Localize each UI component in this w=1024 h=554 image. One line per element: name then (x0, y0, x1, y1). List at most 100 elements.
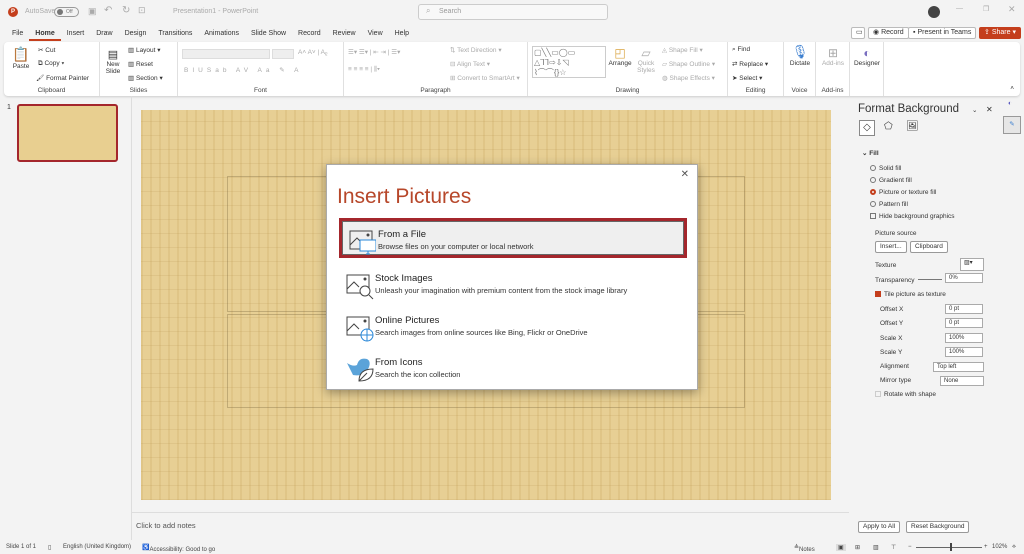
layout-button[interactable]: ▥ Layout ▾ (128, 46, 161, 54)
collapse-ribbon-button[interactable]: ˄ (1010, 85, 1014, 92)
undo-icon[interactable]: ↶ (104, 5, 112, 16)
format-background-side-icon[interactable]: ✎ (1003, 116, 1021, 134)
tab-file[interactable]: File (6, 27, 29, 41)
list-buttons[interactable]: ☰▾ ☰▾ | ⇤ ⇥ | ☰▾ (348, 48, 400, 56)
apply-to-all-button[interactable]: Apply to All (858, 521, 901, 533)
picture-tab-image-icon[interactable]: 🖼 (906, 121, 919, 132)
reset-background-button[interactable]: Reset Background (906, 521, 970, 533)
stock-images-option[interactable]: Stock Images Unleash your imagination wi… (339, 265, 687, 305)
pane-close-button[interactable]: ✕ (986, 105, 993, 114)
tab-transitions[interactable]: Transitions (152, 27, 198, 41)
addins-button[interactable]: ⊞ Add-ins (818, 46, 848, 67)
transparency-input[interactable]: 0% (945, 273, 983, 283)
shapes-gallery[interactable]: ▢╲╲▭◯▭ △⅂⅂⇨⇩◹ ⌇⌒⌒{}☆ (532, 46, 606, 78)
designer-button[interactable]: ◐ Designer (852, 46, 882, 67)
tab-slide-show[interactable]: Slide Show (245, 27, 292, 41)
fill-tab-paint-bucket-icon[interactable]: ◇ (859, 120, 875, 136)
clipboard-button[interactable]: Clipboard (910, 241, 948, 253)
fill-section-toggle[interactable]: ⌄ Fill (862, 149, 879, 157)
radio-solid-fill[interactable]: Solid fill (870, 165, 901, 172)
slideshow-button[interactable]: ⊤ (891, 544, 896, 551)
tab-design[interactable]: Design (119, 27, 153, 41)
effects-tab-pentagon-icon[interactable]: ⬠ (884, 121, 893, 132)
fit-to-window-icon[interactable]: ⟡ (1012, 544, 1016, 551)
quick-styles-button[interactable]: ▱ Quick Styles (634, 46, 658, 74)
paste-button[interactable]: 📋 Paste (10, 46, 32, 70)
new-slide-button[interactable]: ▤ New Slide (102, 48, 124, 75)
reset-button[interactable]: ▥ Reset (128, 60, 153, 68)
pane-options-button[interactable]: ⌄ (972, 106, 977, 114)
mirror-type-dropdown[interactable]: None (940, 376, 984, 386)
offset-x-input[interactable]: 0 pt (945, 304, 983, 314)
tab-draw[interactable]: Draw (90, 27, 118, 41)
font-name-dropdown[interactable] (182, 49, 270, 59)
accessibility-status[interactable]: ♿ Accessibility: Good to go (142, 544, 215, 553)
slide-thumbnail[interactable] (17, 104, 118, 162)
dictate-button[interactable]: 🎙 Dictate (786, 44, 814, 67)
radio-gradient-fill[interactable]: Gradient fill (870, 177, 912, 184)
offset-y-input[interactable]: 0 pt (945, 318, 983, 328)
zoom-in-button[interactable]: + (984, 544, 988, 550)
search-input[interactable]: Search (418, 4, 608, 20)
zoom-slider-thumb[interactable] (950, 543, 952, 551)
cut-button[interactable]: ✂ Cut (38, 46, 55, 54)
align-buttons[interactable]: ≡ ≡ ≡ ≡ | ⫼▾ (348, 66, 380, 74)
select-button[interactable]: ➤ Select ▾ (732, 74, 762, 82)
from-file-option[interactable]: From a File Browse files on your compute… (339, 218, 687, 258)
close-window-button[interactable]: ✕ (1008, 4, 1016, 15)
share-button[interactable]: ⇪ Share ▾ (979, 27, 1021, 39)
notes-button[interactable]: ≜ Notes (794, 544, 815, 553)
radio-pattern-fill[interactable]: Pattern fill (870, 201, 908, 208)
reading-view-button[interactable]: ▥ (873, 544, 879, 551)
copy-button[interactable]: ⧉ Copy ▾ (38, 60, 64, 68)
language-status[interactable]: English (United Kingdom) (63, 544, 131, 550)
scale-x-input[interactable]: 100% (945, 333, 983, 343)
minimize-button[interactable]: — (956, 5, 963, 12)
tab-help[interactable]: Help (389, 27, 415, 41)
arrange-button[interactable]: ◰ Arrange (608, 46, 632, 67)
texture-picker[interactable]: ▨▾ (960, 258, 984, 271)
tab-review[interactable]: Review (327, 27, 362, 41)
underline-button[interactable]: U (198, 67, 207, 74)
zoom-slider[interactable] (916, 547, 982, 548)
designer-side-icon[interactable]: ◐ (1008, 100, 1012, 107)
notes-input[interactable]: Click to add notes (132, 512, 849, 540)
hide-bg-graphics-checkbox[interactable]: Hide background graphics (870, 213, 955, 220)
tab-record[interactable]: Record (292, 27, 327, 41)
format-painter-button[interactable]: 🖌 Format Painter (36, 74, 89, 82)
convert-smartart-button[interactable]: ⊞ Convert to SmartArt ▾ (450, 74, 520, 82)
radio-picture-fill[interactable]: Picture or texture fill (870, 189, 936, 196)
autosave-toggle[interactable]: Off (54, 7, 79, 17)
restore-button[interactable]: ❐ (983, 5, 989, 13)
dialog-close-button[interactable]: ✕ (681, 169, 689, 180)
comments-button[interactable]: ▭ (851, 27, 865, 39)
align-text-button[interactable]: ⊟ Align Text ▾ (450, 60, 490, 68)
tab-animations[interactable]: Animations (198, 27, 245, 41)
normal-view-button[interactable]: ▣ (836, 544, 846, 551)
shape-fill-button[interactable]: ◬ Shape Fill ▾ (662, 46, 703, 54)
text-direction-button[interactable]: ⇅ Text Direction ▾ (450, 46, 502, 54)
present-in-teams-button[interactable]: ▪ Present in Teams (908, 27, 977, 39)
font-extra-icons[interactable]: ab AV Aa ✎ A (215, 67, 302, 74)
font-size-buttons[interactable]: A˄ A˅ | Aᵨ (298, 49, 327, 56)
tile-texture-checkbox[interactable]: Tile picture as texture (875, 291, 946, 298)
record-button[interactable]: ◉ Record (868, 27, 909, 39)
save-icon[interactable]: ▣ (88, 6, 97, 17)
zoom-out-button[interactable]: − (908, 544, 912, 550)
online-pictures-option[interactable]: Online Pictures Search images from onlin… (339, 307, 687, 347)
strikethrough-button[interactable]: S (207, 67, 215, 74)
slide-sorter-button[interactable]: ⊞ (855, 544, 860, 551)
insert-picture-button[interactable]: Insert... (875, 241, 907, 253)
shape-effects-button[interactable]: ◍ Shape Effects ▾ (662, 74, 715, 82)
spellcheck-icon[interactable]: ▯ (48, 544, 51, 551)
tab-view[interactable]: View (362, 27, 389, 41)
alignment-dropdown[interactable]: Top left (933, 362, 984, 372)
scale-y-input[interactable]: 100% (945, 347, 983, 357)
from-icons-option[interactable]: From Icons Search the icon collection (339, 349, 687, 389)
tab-home[interactable]: Home (29, 27, 61, 41)
section-button[interactable]: ▥ Section ▾ (128, 74, 163, 82)
shape-outline-button[interactable]: ▱ Shape Outline ▾ (662, 60, 715, 68)
present-icon[interactable]: ⊡ (138, 5, 146, 16)
avatar[interactable] (928, 6, 940, 18)
redo-icon[interactable]: ↻ (122, 5, 130, 16)
